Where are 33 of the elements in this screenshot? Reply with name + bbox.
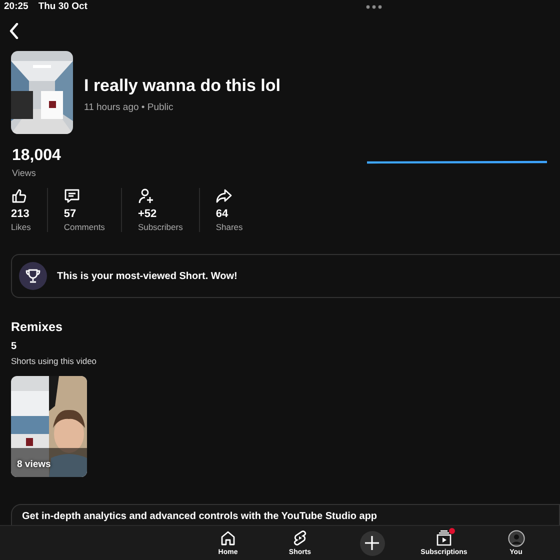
stat-value: +52 (138, 208, 157, 220)
stat-label: Likes (11, 222, 31, 232)
add-person-icon (138, 188, 154, 204)
remix-subtitle: Shorts using this video (11, 356, 98, 366)
comment-icon (64, 188, 80, 204)
shorts-icon (292, 530, 307, 546)
video-title: I really wanna do this lol (84, 76, 280, 96)
subscriptions-icon (436, 530, 452, 546)
stat-label: Comments (64, 222, 105, 232)
video-meta: 11 hours ago • Public (84, 102, 174, 113)
achievement-text: This is your most-viewed Short. Wow! (57, 270, 238, 282)
remix-count: 5 (11, 341, 18, 352)
section-title: Remixes (11, 320, 64, 334)
views-label: Views (12, 168, 37, 178)
thumbs-up-icon (11, 188, 27, 204)
more-dots-icon[interactable] (366, 5, 382, 9)
promo-text: Get in-depth analytics and advanced controls with the YouTube Studio app (22, 511, 378, 522)
create-button[interactable] (360, 530, 384, 556)
avatar-icon (508, 530, 524, 547)
status-time: 20:25 (4, 1, 28, 12)
stat-label: Shares (216, 222, 243, 232)
status-date: Thu 30 Oct (38, 1, 88, 12)
stat-label: Subscribers (138, 222, 183, 232)
stat-value: 64 (216, 208, 228, 220)
share-icon (216, 188, 232, 204)
remix-views: 8 views (17, 459, 51, 470)
stat-value: 213 (11, 208, 30, 220)
plus-icon (365, 536, 379, 550)
home-icon (220, 530, 236, 546)
stat-value: 57 (64, 208, 76, 220)
trophy-icon (19, 262, 47, 290)
back-icon[interactable] (9, 23, 19, 39)
views-count: 18,004 (12, 147, 61, 165)
